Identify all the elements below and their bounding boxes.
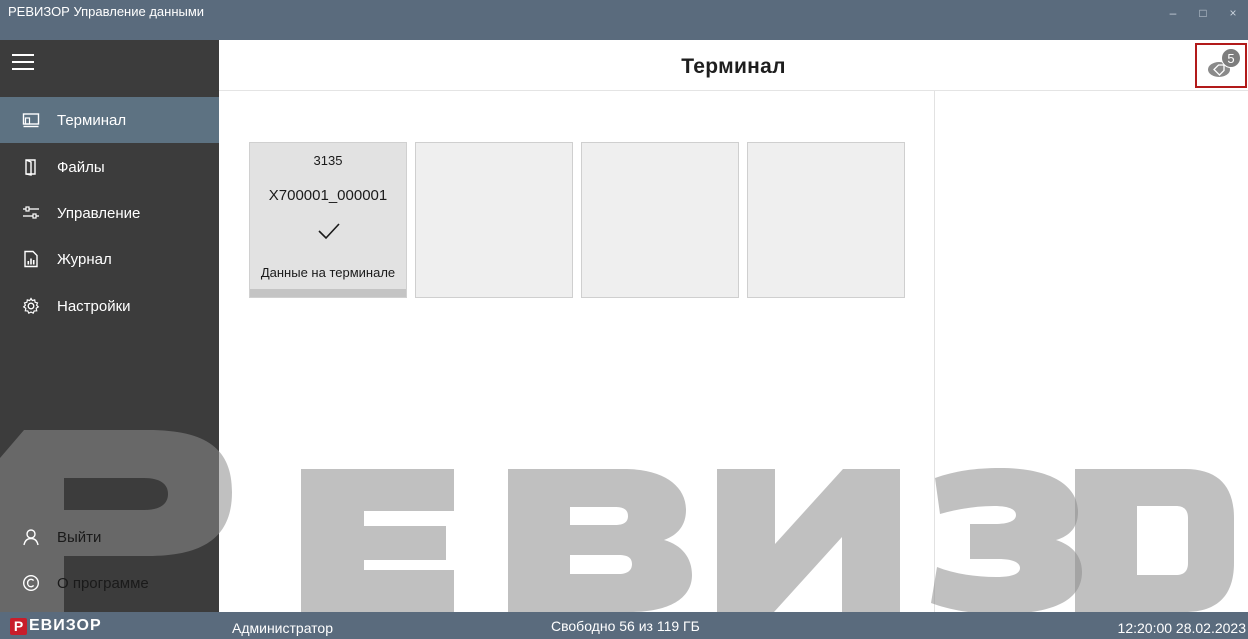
- logo-mark: Р: [10, 617, 27, 635]
- notification-count-badge: 5: [1221, 48, 1241, 68]
- sidebar-item-label: Управление: [57, 204, 141, 222]
- terminal-name: X700001_000001: [268, 187, 388, 204]
- window-title: РЕВИЗОР Управление данными: [8, 4, 205, 19]
- right-panel-divider: [934, 91, 935, 612]
- sidebar-item-label: Терминал: [57, 111, 127, 129]
- terminal-number: 3135: [313, 153, 343, 168]
- window-controls: – □ ×: [1158, 0, 1248, 40]
- window-titlebar: РЕВИЗОР Управление данными – □ ×: [0, 0, 1248, 40]
- user-icon: [21, 527, 41, 547]
- notifications-button[interactable]: 5: [1195, 43, 1247, 88]
- sidebar-item-about[interactable]: О программе: [0, 560, 219, 606]
- sidebar-item-label: Журнал: [57, 250, 112, 268]
- minimize-button[interactable]: –: [1158, 0, 1188, 40]
- sidebar-item-logout[interactable]: Выйти: [0, 514, 219, 560]
- terminal-slot-empty[interactable]: [415, 142, 573, 298]
- gear-icon: [21, 296, 41, 316]
- journal-icon: [21, 249, 41, 269]
- sidebar-item-label: Выйти: [57, 528, 102, 546]
- copyright-icon: [21, 573, 41, 593]
- page-title: Терминал: [681, 55, 786, 78]
- current-user: Администратор: [232, 620, 334, 636]
- maximize-button[interactable]: □: [1188, 0, 1218, 40]
- page-header: Терминал 5: [219, 40, 1248, 91]
- sidebar-item-label: Файлы: [57, 158, 105, 176]
- terminal-slot-empty[interactable]: [747, 142, 905, 298]
- terminal-card[interactable]: 3135 X700001_000001 Данные на терминале: [249, 142, 407, 298]
- sidebar-item-files[interactable]: Файлы: [0, 144, 219, 190]
- logo-text: ЕВИЗОР: [29, 617, 102, 634]
- disk-space: Свободно 56 из 119 ГБ: [551, 618, 700, 634]
- terminal-slot-empty[interactable]: [581, 142, 739, 298]
- sliders-icon: [21, 203, 41, 223]
- sidebar-item-control[interactable]: Управление: [0, 190, 219, 236]
- status-bar: Р ЕВИЗОР Администратор Свободно 56 из 11…: [0, 612, 1248, 639]
- sidebar-item-label: Настройки: [57, 297, 131, 315]
- sidebar-item-terminal[interactable]: Терминал: [0, 97, 219, 143]
- check-icon: [318, 223, 340, 240]
- datetime: 12:20:00 28.02.2023: [1117, 620, 1246, 636]
- sidebar-item-settings[interactable]: Настройки: [0, 283, 219, 329]
- hamburger-icon[interactable]: [12, 54, 34, 72]
- terminal-progress-bar: [250, 289, 406, 297]
- files-icon: [21, 157, 41, 177]
- sidebar-item-label: О программе: [57, 574, 149, 592]
- close-button[interactable]: ×: [1218, 0, 1248, 40]
- terminal-icon: [21, 110, 41, 130]
- app-logo: Р ЕВИЗОР: [10, 616, 102, 636]
- sidebar-item-journal[interactable]: Журнал: [0, 236, 219, 282]
- terminal-status: Данные на терминале: [260, 265, 396, 280]
